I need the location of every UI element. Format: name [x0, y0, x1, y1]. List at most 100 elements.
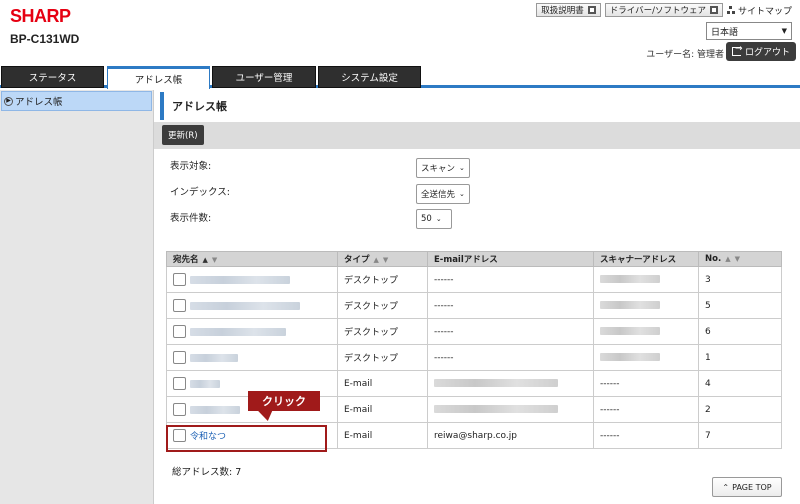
redacted-name[interactable] — [190, 327, 286, 336]
address-table: 宛先名 ▲ ▼ タイプ ▲ ▼ E-mailアドレス スキャナーアドレス No. ▲ ▼ デ… — [166, 251, 782, 449]
tab-user-management[interactable]: ユーザー管理 — [212, 66, 316, 88]
col-scanner: スキャナーアドレス — [593, 251, 699, 267]
external-link-icon — [709, 6, 718, 14]
total-address-count: 総アドレス数: 7 — [172, 467, 242, 478]
external-link-icon — [587, 6, 596, 14]
page-title: アドレス帳 — [160, 92, 794, 120]
cell-name — [166, 344, 338, 371]
row-checkbox[interactable] — [173, 403, 186, 416]
cell-no: 7 — [698, 422, 782, 449]
chevron-right-icon: ▶ — [4, 96, 13, 106]
table-row: デスクトップ ------ 3 — [166, 266, 782, 293]
sitemap-link[interactable]: サイトマップ — [726, 4, 792, 17]
toolbar: 更新(R) — [154, 122, 800, 149]
col-email: E-mailアドレス — [427, 251, 594, 267]
index-select[interactable]: 全送信先 ⌄ — [416, 184, 470, 204]
cell-email — [427, 396, 594, 423]
col-type[interactable]: タイプ ▲ ▼ — [337, 251, 428, 267]
cell-no: 6 — [698, 318, 782, 345]
refresh-button[interactable]: 更新(R) — [162, 125, 204, 145]
col-no[interactable]: No. ▲ ▼ — [698, 251, 782, 267]
cell-email: reiwa@sharp.co.jp — [427, 422, 594, 449]
cell-type: デスクトップ — [337, 318, 428, 345]
tab-label: システム設定 — [341, 73, 398, 84]
sitemap-icon — [726, 6, 735, 14]
cell-no: 4 — [698, 370, 782, 397]
table-header-row: 宛先名 ▲ ▼ タイプ ▲ ▼ E-mailアドレス スキャナーアドレス No. ▲ ▼ — [166, 251, 782, 267]
display-target-label: 表示対象: — [170, 161, 212, 172]
driver-link-label: ドライバー/ソフトウェア — [609, 6, 706, 16]
top-links: 取扱説明書 ドライバー/ソフトウェア サイトマップ — [536, 3, 792, 17]
manual-link[interactable]: 取扱説明書 — [536, 3, 601, 17]
redacted-name[interactable] — [190, 405, 240, 414]
driver-software-link[interactable]: ドライバー/ソフトウェア — [604, 3, 723, 17]
logout-label: ログアウト — [744, 48, 790, 58]
cell-scanner — [593, 344, 699, 371]
cell-email: ------ — [427, 266, 594, 293]
sort-up-icon[interactable]: ▲ — [203, 256, 208, 264]
cell-no: 3 — [698, 266, 782, 293]
tab-system-settings[interactable]: システム設定 — [318, 66, 421, 88]
tab-label: ユーザー管理 — [235, 73, 293, 84]
cell-no: 1 — [698, 344, 782, 371]
redacted-name[interactable] — [190, 275, 290, 284]
tab-address-book[interactable]: アドレス帳 — [107, 66, 210, 89]
chevron-down-icon: ▼ — [781, 27, 787, 35]
col-name[interactable]: 宛先名 ▲ ▼ — [166, 251, 338, 267]
display-target-value: スキャン — [421, 164, 456, 174]
cell-scanner: ------ — [593, 422, 699, 449]
row-checkbox[interactable] — [173, 273, 186, 286]
user-name: ユーザー名: 管理者 — [646, 50, 724, 60]
redacted-name[interactable] — [190, 301, 300, 310]
sort-down-icon[interactable]: ▼ — [383, 256, 388, 264]
redacted-email — [434, 405, 558, 413]
col-label: No. — [705, 254, 722, 264]
redacted-name[interactable] — [190, 379, 220, 388]
manual-link-label: 取扱説明書 — [541, 6, 584, 16]
col-label: タイプ — [344, 255, 370, 265]
display-target-select[interactable]: スキャン ⌄ — [416, 158, 470, 178]
index-value: 全送信先 — [421, 190, 456, 200]
cell-scanner — [593, 266, 699, 293]
sort-up-icon[interactable]: ▲ — [374, 256, 379, 264]
language-select[interactable]: 日本語 ▼ — [706, 22, 792, 40]
row-checkbox[interactable] — [173, 299, 186, 312]
redacted-name[interactable] — [190, 353, 238, 362]
sidebar-item-address-book[interactable]: ▶ アドレス帳 — [1, 91, 152, 111]
display-count-value: 50 — [421, 214, 432, 224]
col-label: 宛先名 — [173, 255, 199, 265]
logout-button[interactable]: ログアウト — [725, 42, 796, 61]
page-top-label: PAGE TOP — [732, 482, 772, 492]
cell-name — [166, 318, 338, 345]
cell-email: ------ — [427, 318, 594, 345]
cell-type: デスクトップ — [337, 292, 428, 319]
tab-label: アドレス帳 — [134, 75, 183, 86]
sort-down-icon[interactable]: ▼ — [735, 255, 740, 263]
cell-type: E-mail — [337, 396, 428, 423]
click-callout: クリック — [248, 391, 320, 411]
chevron-down-icon: ⌄ — [459, 190, 465, 198]
display-count-select[interactable]: 50 ⌄ — [416, 209, 452, 229]
table-row: デスクトップ ------ 5 — [166, 292, 782, 319]
row-checkbox[interactable] — [173, 325, 186, 338]
cell-name — [166, 266, 338, 293]
index-label: インデックス: — [170, 187, 230, 198]
cell-email — [427, 370, 594, 397]
redacted-scanner — [600, 327, 660, 335]
sort-up-icon[interactable]: ▲ — [725, 255, 730, 263]
tab-status[interactable]: ステータス — [1, 66, 104, 88]
table-row: デスクトップ ------ 1 — [166, 344, 782, 371]
click-highlight-box — [166, 425, 327, 452]
address-table-wrap: 宛先名 ▲ ▼ タイプ ▲ ▼ E-mailアドレス スキャナーアドレス No. ▲ ▼ デ… — [166, 251, 782, 449]
row-checkbox[interactable] — [173, 377, 186, 390]
cell-type: E-mail — [337, 370, 428, 397]
sort-down-icon[interactable]: ▼ — [212, 256, 217, 264]
cell-email: ------ — [427, 344, 594, 371]
cell-scanner: ------ — [593, 396, 699, 423]
row-checkbox[interactable] — [173, 351, 186, 364]
page-top-button[interactable]: ⌃ PAGE TOP — [712, 477, 782, 497]
sitemap-label: サイトマップ — [737, 6, 792, 17]
cell-no: 2 — [698, 396, 782, 423]
language-value: 日本語 — [711, 27, 739, 38]
cell-type: デスクトップ — [337, 344, 428, 371]
